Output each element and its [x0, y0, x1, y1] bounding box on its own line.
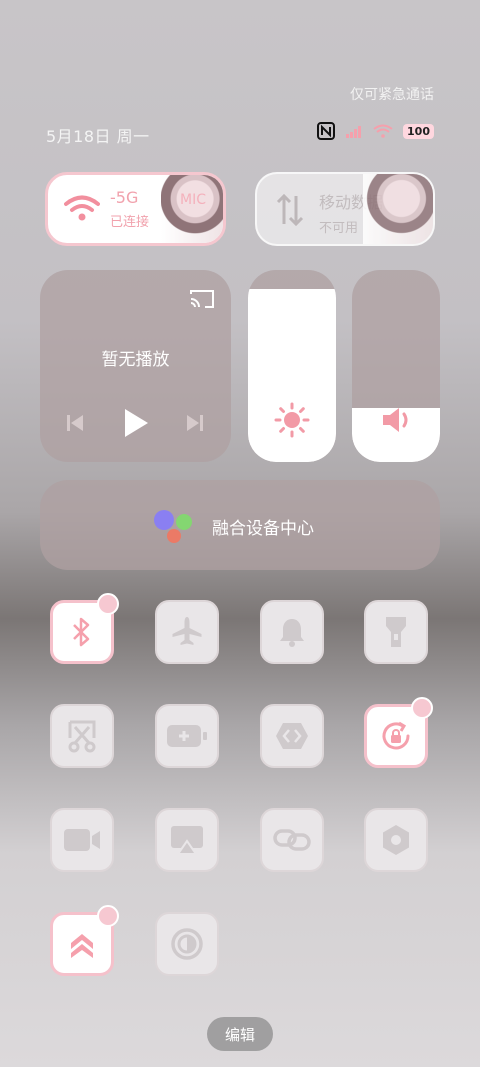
device-center-icon — [154, 510, 192, 543]
link-icon — [273, 829, 311, 851]
flashlight-toggle[interactable] — [364, 600, 428, 664]
bell-icon — [280, 619, 304, 647]
volume-icon — [383, 408, 408, 432]
brightness-slider[interactable] — [248, 270, 336, 462]
rotation-lock-toggle[interactable] — [364, 697, 433, 768]
ring-mode-toggle[interactable] — [260, 600, 324, 664]
airplane-mode-toggle[interactable] — [155, 600, 219, 664]
battery-icon: 100 — [403, 123, 434, 139]
mobile-data-tile[interactable]: 移动数据 不可用 — [255, 172, 435, 246]
next-track-icon[interactable] — [184, 412, 206, 434]
status-icons: 100 — [317, 122, 434, 140]
cast-screen-icon — [171, 826, 203, 855]
previous-track-icon[interactable] — [64, 412, 86, 434]
hexagon-icon — [383, 825, 409, 855]
wifi-icon — [64, 195, 100, 221]
screen-record-toggle[interactable] — [50, 808, 114, 872]
fusion-device-label: 融合设备中心 — [212, 519, 314, 539]
scissors-icon — [68, 720, 96, 753]
rotation-lock-icon — [382, 721, 410, 750]
airplane-icon — [172, 617, 202, 645]
cast-icon[interactable] — [189, 288, 215, 310]
nfc-icon — [317, 122, 336, 140]
battery-saver-toggle[interactable] — [155, 704, 219, 768]
data-transfer-icon — [276, 193, 304, 227]
share-icon — [276, 723, 308, 749]
performance-mode-toggle[interactable] — [50, 905, 119, 976]
volume-slider[interactable] — [352, 270, 440, 462]
emergency-call-only-text: 仅可紧急通话 — [350, 87, 434, 103]
fusion-device-center-card[interactable]: 融合设备中心 — [40, 480, 440, 570]
bluetooth-toggle[interactable] — [50, 593, 119, 664]
cast-toggle[interactable] — [155, 808, 219, 872]
wifi-status: 已连接 — [110, 215, 150, 230]
contrast-icon — [171, 928, 203, 960]
dark-mode-toggle[interactable] — [155, 912, 219, 976]
media-card[interactable]: 暂无播放 — [40, 270, 231, 462]
wifi-name: -5G — [110, 188, 139, 207]
edit-button[interactable]: 编辑 — [207, 1017, 273, 1051]
decorative-photo — [363, 174, 433, 244]
signal-icon — [346, 126, 362, 138]
wifi-icon — [373, 124, 393, 138]
date-text: 5月18日 周一 — [46, 127, 150, 146]
brightness-icon — [274, 402, 310, 438]
media-title: 暂无播放 — [101, 350, 170, 370]
hotspot-toggle[interactable] — [260, 808, 324, 872]
play-icon[interactable] — [122, 407, 150, 439]
screenshot-toggle[interactable] — [50, 704, 114, 768]
chevrons-up-icon — [71, 934, 93, 958]
flashlight-icon — [386, 617, 406, 647]
badge-icon — [97, 593, 119, 615]
badge-icon — [97, 905, 119, 927]
nearby-share-toggle[interactable] — [260, 704, 324, 768]
eye-comfort-toggle[interactable] — [364, 808, 428, 872]
battery-plus-icon — [167, 725, 207, 747]
decorative-photo — [161, 175, 223, 243]
video-icon — [64, 829, 100, 851]
bluetooth-icon — [73, 617, 90, 647]
wifi-name-suffix: MIC — [180, 192, 206, 208]
badge-icon — [411, 697, 433, 719]
wifi-tile[interactable]: -5G 已连接 MIC — [45, 172, 226, 246]
